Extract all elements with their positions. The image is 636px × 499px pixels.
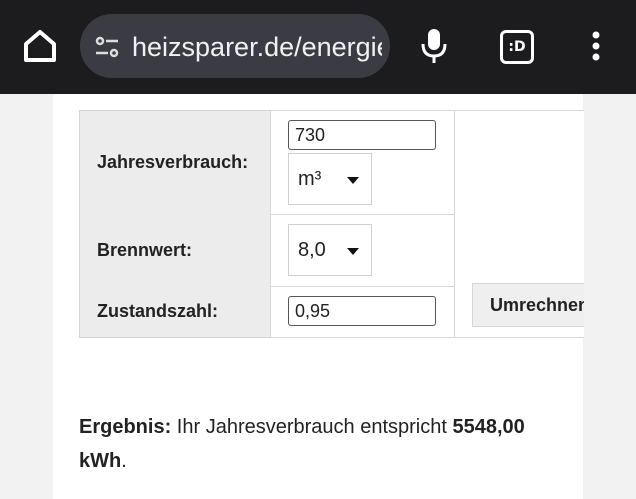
microphone-icon	[421, 29, 447, 63]
unit-select-value: m³	[298, 168, 322, 190]
zustandszahl-label: Zustandszahl:	[97, 301, 219, 321]
zustandszahl-input[interactable]: 0,95	[288, 296, 436, 326]
column-divider	[454, 111, 455, 337]
home-icon	[24, 30, 56, 62]
chevron-down-icon	[347, 248, 359, 255]
result-sentence: Ihr Jahresverbrauch entspricht	[171, 416, 453, 438]
more-vert-icon	[592, 31, 600, 61]
url-text[interactable]: heizsparer.de/energie	[132, 30, 382, 64]
unit-select[interactable]: m³	[288, 153, 372, 205]
address-bar[interactable]: heizsparer.de/energie	[80, 14, 390, 78]
result-suffix: .	[121, 450, 127, 472]
tune-icon[interactable]	[94, 34, 120, 60]
jahresverbrauch-input[interactable]: 730	[288, 120, 436, 150]
tab-switcher-icon: :D	[500, 30, 534, 64]
brennwert-select-value: 8,0	[298, 239, 326, 261]
voice-search-button[interactable]	[418, 26, 450, 66]
brennwert-select[interactable]: 8,0	[288, 224, 372, 276]
result-text: Ergebnis: Ihr Jahresverbrauch entspricht…	[79, 410, 569, 478]
more-menu-button[interactable]	[584, 28, 608, 68]
brennwert-label: Brennwert:	[97, 240, 193, 260]
page-content: Jahresverbrauch: Brennwert: Zustandszahl…	[53, 94, 584, 499]
tab-switcher-button[interactable]: :D	[500, 30, 534, 64]
browser-toolbar: heizsparer.de/energie :D	[0, 0, 636, 94]
chevron-down-icon	[347, 177, 359, 184]
label-column: Jahresverbrauch: Brennwert: Zustandszahl…	[80, 111, 271, 337]
jahresverbrauch-label: Jahresverbrauch:	[97, 152, 249, 172]
home-button[interactable]	[18, 24, 62, 68]
convert-button[interactable]: Umrechnen	[472, 283, 584, 327]
row-divider	[270, 286, 454, 287]
result-label: Ergebnis:	[79, 416, 172, 438]
converter-form: Jahresverbrauch: Brennwert: Zustandszahl…	[79, 110, 584, 338]
row-divider	[270, 214, 454, 215]
